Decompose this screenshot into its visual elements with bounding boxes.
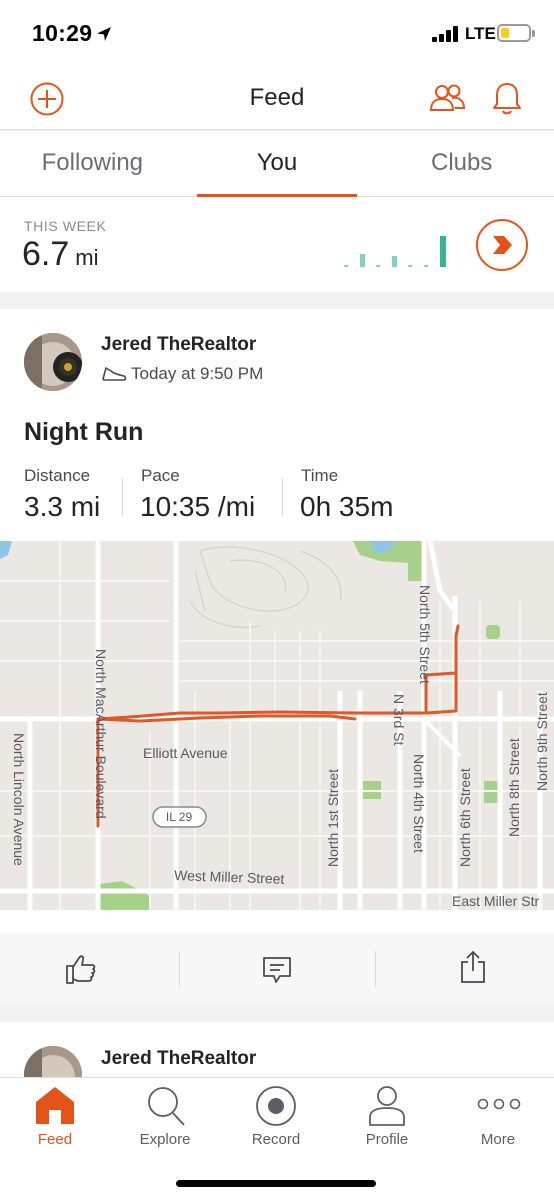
home-icon	[36, 1087, 74, 1124]
nav-explore-label: Explore	[139, 1131, 191, 1148]
kudos-thumbs-up-icon[interactable]	[64, 952, 98, 986]
stat-pace-label: Pace	[141, 466, 180, 485]
stat-time-value: 0h 35m	[300, 491, 394, 522]
week-day-bar	[424, 265, 428, 267]
week-day-bar	[392, 256, 397, 267]
notifications-bell-icon[interactable]	[492, 80, 522, 116]
route-map[interactable]: IL 29 Elliott Avenue West Miller Street …	[0, 541, 554, 910]
search-icon	[148, 1087, 185, 1126]
nav-explore[interactable]	[110, 1077, 220, 1167]
week-day-bar	[440, 236, 446, 267]
tab-you[interactable]: You	[185, 131, 370, 197]
tab-clubs[interactable]: Clubs	[369, 131, 554, 196]
map-label-elliott: Elliott Avenue	[143, 745, 228, 761]
nav-profile-label: Profile	[365, 1131, 409, 1148]
week-day-bar	[408, 265, 412, 267]
cell-signal-icon	[432, 26, 460, 42]
route-map-graphic: IL 29 Elliott Avenue West Miller Street …	[0, 541, 554, 910]
map-label-north-6th: North 6th Street	[457, 768, 473, 867]
weekly-summary-label: THIS WEEK	[24, 218, 107, 234]
nav-feed-label: Feed	[37, 1131, 73, 1148]
map-label-lincoln: North Lincoln Avenue	[11, 733, 27, 866]
stat-distance-value: 3.3 mi	[24, 491, 101, 522]
nav-record-label: Record	[251, 1131, 301, 1148]
profile-icon	[369, 1086, 405, 1126]
stat-distance-label: Distance	[24, 466, 91, 485]
map-label-east-miller: East Miller Str	[452, 893, 539, 909]
week-day-bar	[360, 254, 365, 267]
feed-header: Feed	[0, 66, 554, 130]
status-bar: 10:29 LTE	[0, 0, 554, 66]
nav-profile[interactable]	[332, 1077, 442, 1167]
stat-divider	[282, 478, 283, 516]
map-label-n-3rd: N 3rd St	[391, 694, 407, 745]
map-label-il29: IL 29	[166, 810, 193, 824]
stat-pace-value: 10:35 /mi	[140, 491, 256, 522]
nav-feed[interactable]	[0, 1077, 110, 1167]
more-dots-icon	[477, 1098, 521, 1110]
map-label-north-4th: North 4th Street	[411, 754, 427, 853]
action-divider	[179, 951, 180, 987]
map-label-north-8th: North 8th Street	[506, 738, 522, 837]
activity-title[interactable]: Night Run	[24, 418, 143, 447]
nav-more[interactable]	[443, 1077, 553, 1167]
carrier-label: LTE	[465, 24, 496, 43]
weekly-distance-value: 6.7	[22, 235, 70, 273]
map-label-north-5th: North 5th Street	[417, 585, 433, 684]
avatar[interactable]	[24, 333, 82, 391]
activity-timestamp: Today at 9:50 PM	[131, 364, 264, 383]
weekly-activity-chart	[344, 236, 446, 267]
week-day-bar	[344, 265, 348, 267]
find-friends-icon[interactable]	[430, 84, 466, 112]
battery-icon	[497, 24, 535, 42]
map-label-north-1st: North 1st Street	[325, 769, 341, 867]
stat-time-label: Time	[301, 466, 339, 485]
weekly-progress-button[interactable]	[476, 219, 528, 271]
action-divider	[375, 951, 376, 987]
week-day-bar	[376, 265, 380, 267]
athlete-name[interactable]: Jered TheRealtor	[101, 334, 256, 356]
map-label-north-9th: North 9th Street	[534, 692, 550, 791]
park-area	[486, 625, 500, 639]
weekly-distance-unit: mi	[75, 245, 99, 270]
status-time: 10:29	[32, 20, 93, 46]
comment-icon[interactable]	[261, 955, 293, 985]
location-arrow-icon	[97, 27, 111, 41]
share-icon[interactable]	[459, 949, 487, 985]
weekly-distance: 6.7 mi	[22, 235, 98, 274]
record-icon	[256, 1086, 296, 1126]
feed-tabs: Following You Clubs	[0, 131, 554, 197]
athlete-name[interactable]: Jered TheRealtor	[101, 1048, 256, 1070]
home-indicator[interactable]	[176, 1180, 376, 1187]
weekly-summary[interactable]: THIS WEEK 6.7 mi	[0, 197, 554, 292]
activity-card[interactable]	[0, 1022, 554, 1082]
add-post-icon[interactable]	[29, 81, 65, 117]
tab-following[interactable]: Following	[0, 131, 185, 196]
map-label-macarthur: North MacArthur Boulevard	[93, 649, 109, 819]
nav-record[interactable]	[221, 1077, 331, 1167]
run-shoe-icon	[102, 367, 127, 381]
page-title: Feed	[249, 84, 305, 111]
chevron-right-icon	[493, 236, 512, 254]
nav-more-label: More	[480, 1131, 516, 1148]
stat-divider	[122, 478, 123, 516]
